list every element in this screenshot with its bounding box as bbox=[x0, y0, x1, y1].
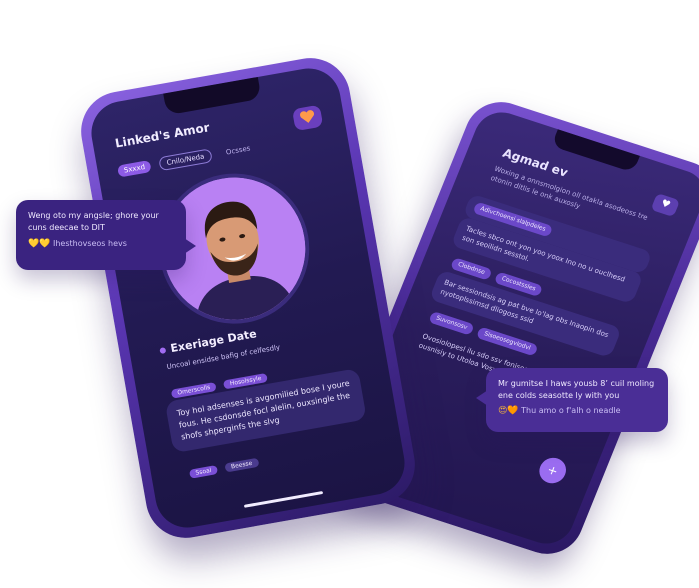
floating-message-right: Mr gumitse I haws yousb 8’ cuil moling e… bbox=[476, 368, 668, 432]
chip[interactable]: Beesse bbox=[224, 457, 259, 473]
front-phone-screen: Linked's Amor Sxxxd Cnilo/Neda Ocsses Ex… bbox=[86, 63, 410, 533]
heart-icon-shape bbox=[300, 110, 315, 123]
heart-icon[interactable] bbox=[291, 104, 324, 132]
status-dot bbox=[159, 347, 167, 355]
floating-right-footer: 😍🧡 Thu amo o f'alh o neadle bbox=[498, 405, 656, 417]
notch bbox=[163, 76, 262, 116]
heart-icon[interactable]: ♥ bbox=[650, 192, 681, 218]
floating-right-caption: Thu amo o f'alh o neadle bbox=[521, 406, 621, 415]
floating-left-footer: 💛💛 Ihesthovseos hevs bbox=[28, 238, 174, 250]
emoji-reactions: 😍🧡 bbox=[498, 406, 519, 416]
tab-first[interactable]: Sxxxd bbox=[117, 159, 152, 178]
chip[interactable]: Ssoal bbox=[188, 465, 219, 479]
floating-message-left: Weng oto my angsle; ghore your cuns deec… bbox=[16, 200, 196, 270]
floating-left-caption: Ihesthovseos hevs bbox=[52, 239, 127, 248]
floating-left-text: Weng oto my angsle; ghore your cuns deec… bbox=[28, 211, 159, 232]
home-indicator[interactable] bbox=[243, 490, 324, 508]
scene: Agmad ev ♥ Woxing a onnsmolgion oll otak… bbox=[0, 0, 699, 588]
footer-chips: Ssoal Beesse bbox=[187, 448, 262, 479]
tab-second[interactable]: Cnilo/Neda bbox=[158, 148, 213, 172]
tab-third[interactable]: Ocsses bbox=[219, 141, 257, 159]
emoji-reactions: 💛💛 bbox=[28, 239, 51, 249]
front-phone: Linked's Amor Sxxxd Cnilo/Neda Ocsses Ex… bbox=[74, 51, 422, 545]
floating-right-text: Mr gumitse I haws yousb 8’ cuil moling e… bbox=[498, 379, 655, 400]
plus-icon[interactable]: + bbox=[535, 454, 570, 487]
